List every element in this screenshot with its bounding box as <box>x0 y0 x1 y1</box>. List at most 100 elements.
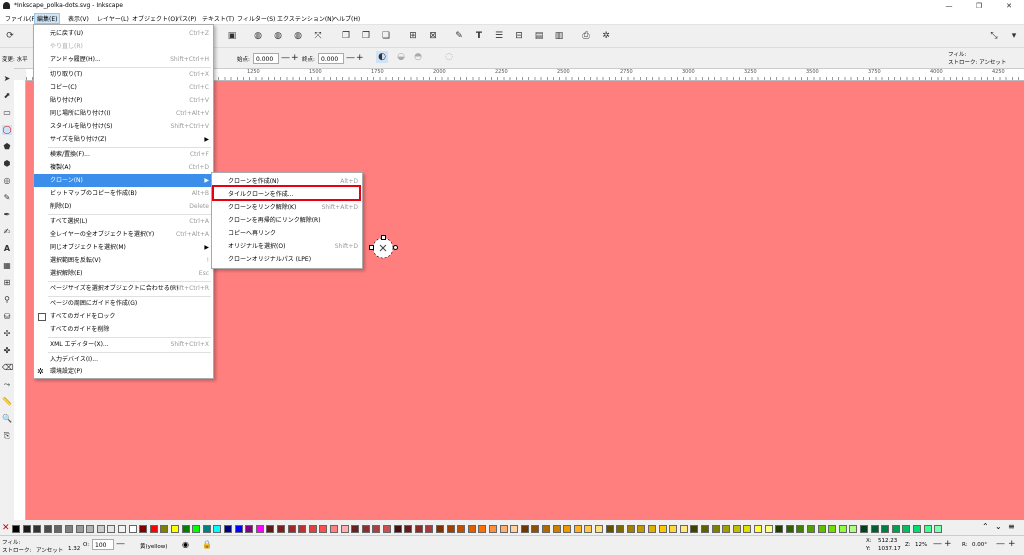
text-tool-icon[interactable]: A <box>2 244 12 254</box>
menu-item-relink-to-copied[interactable]: コピーへ再リンク <box>212 227 362 240</box>
3dbox-tool-icon[interactable]: ⬢ <box>2 159 12 169</box>
zoom-selection-icon[interactable]: ◍ <box>252 30 264 42</box>
palette-swatch[interactable] <box>626 525 635 533</box>
menu-path[interactable]: パス(P) <box>174 14 198 23</box>
calligraphy-tool-icon[interactable]: ✍ <box>2 227 12 237</box>
menu-item-clone[interactable]: クローン(N) ▶ <box>34 174 213 187</box>
connector-tool-icon[interactable]: ⤳ <box>2 380 12 390</box>
objects-icon[interactable]: ▤ <box>533 30 545 42</box>
palette-swatch[interactable] <box>128 525 137 533</box>
palette-swatch[interactable] <box>255 525 264 533</box>
palette-swatch[interactable] <box>149 525 158 533</box>
palette-swatch[interactable] <box>43 525 52 533</box>
palette-swatch[interactable] <box>287 525 296 533</box>
palette-swatch[interactable] <box>849 525 858 533</box>
menu-item-paste-size[interactable]: サイズを貼り付け(Z) ▶ <box>34 133 213 146</box>
palette-scroll-down-icon[interactable]: ⌄ <box>995 522 1002 531</box>
dropper-tool-icon[interactable]: ⚲ <box>2 295 12 305</box>
palette-swatch[interactable] <box>828 525 837 533</box>
no-paint-icon[interactable]: ✕ <box>2 523 10 533</box>
tweak-tool-icon[interactable]: ✣ <box>2 329 12 339</box>
rect-tool-icon[interactable]: ▭ <box>2 108 12 118</box>
layer-lock-icon[interactable]: 🔒 <box>202 540 212 549</box>
paint-bucket-tool-icon[interactable]: ⛁ <box>2 312 12 322</box>
palette-swatch[interactable] <box>213 525 222 533</box>
layers-icon[interactable]: ☰ <box>493 30 505 42</box>
palette-swatch[interactable] <box>785 525 794 533</box>
palette-swatch[interactable] <box>902 525 911 533</box>
star-tool-icon[interactable]: ⬟ <box>2 142 12 152</box>
menu-item-xml-editor[interactable]: XML エディター(X)... Shift+Ctrl+X <box>34 338 213 351</box>
fill-stroke-icon[interactable]: ✎ <box>453 30 465 42</box>
clipboard-icon[interactable]: ▣ <box>226 30 238 42</box>
menu-item-paste[interactable]: 貼り付け(P) Ctrl+V <box>34 94 213 107</box>
resize-handle-left[interactable] <box>369 245 374 250</box>
snap-toggle-icon[interactable]: ⤡ <box>988 30 1000 42</box>
menu-filters[interactable]: フィルター(S) <box>235 14 277 23</box>
menu-item-deselect[interactable]: 選択解除(E) Esc <box>34 267 213 280</box>
palette-swatch[interactable] <box>139 525 148 533</box>
menu-item-invert-selection[interactable]: 選択範囲を反転(V)! <box>34 254 213 267</box>
start-value-input[interactable]: 0.000 <box>253 53 279 64</box>
menu-object[interactable]: オブジェクト(O) <box>130 14 179 23</box>
align-icon[interactable]: ▥ <box>553 30 565 42</box>
palette-swatch[interactable] <box>499 525 508 533</box>
resize-handle-right[interactable] <box>393 245 398 250</box>
palette-swatch[interactable] <box>764 525 773 533</box>
zoom-page-icon[interactable]: ◍ <box>292 30 304 42</box>
palette-swatch[interactable] <box>96 525 105 533</box>
palette-swatch[interactable] <box>913 525 921 533</box>
palette-swatch[interactable] <box>234 525 243 533</box>
selector-tool-icon[interactable]: ➤ <box>2 74 12 84</box>
palette-swatch[interactable] <box>817 525 826 533</box>
opacity-input[interactable]: 100 <box>92 539 114 550</box>
minimize-button[interactable]: — <box>934 0 964 12</box>
palette-swatch[interactable] <box>563 525 572 533</box>
palette-swatch[interactable] <box>690 525 699 533</box>
palette-swatch[interactable] <box>605 525 614 533</box>
pen-tool-icon[interactable]: ✒ <box>2 210 12 220</box>
start-increment-button[interactable]: + <box>291 53 299 64</box>
zoom-drawing-icon[interactable]: ◍ <box>272 30 284 42</box>
start-decrement-button[interactable]: — <box>281 53 290 64</box>
text-font-icon[interactable]: T <box>473 30 485 42</box>
palette-swatch[interactable] <box>923 525 932 533</box>
menu-item-select-same[interactable]: 同じオブジェクトを選択(M) ▶ <box>34 241 213 254</box>
zoom-out-button[interactable]: — <box>933 539 942 550</box>
end-increment-button[interactable]: + <box>356 53 364 64</box>
measure-tool-icon[interactable]: 📏 <box>2 397 12 407</box>
palette-swatch[interactable] <box>277 525 285 533</box>
palette-swatch[interactable] <box>881 525 890 533</box>
palette-swatch[interactable] <box>404 525 413 533</box>
menu-item-find-replace[interactable]: 検索/置換(F)... Ctrl+F <box>34 148 213 161</box>
checkbox-icon[interactable] <box>38 313 46 321</box>
menu-item-resize-page[interactable]: ページサイズを選択オブジェクトに合わせる(R) Shift+Ctrl+R <box>34 282 213 295</box>
gradient-tool-icon[interactable]: ▦ <box>2 261 12 271</box>
palette-swatch[interactable] <box>425 525 434 533</box>
palette-swatch[interactable] <box>743 525 752 533</box>
palette-swatch[interactable] <box>107 525 116 533</box>
stroke-width-value[interactable]: 1.32 <box>68 546 80 552</box>
palette-swatch[interactable] <box>436 525 444 533</box>
palette-swatch[interactable] <box>245 525 254 533</box>
menu-extensions[interactable]: エクステンション(N) <box>275 14 336 23</box>
rotation-value[interactable]: 0.00° <box>972 542 987 548</box>
menu-item-redo[interactable]: やり直し(R) <box>34 40 213 53</box>
palette-swatch[interactable] <box>351 525 360 533</box>
page-tool-icon[interactable]: ⎘ <box>2 431 12 441</box>
palette-swatch[interactable] <box>22 525 31 533</box>
menu-item-cut[interactable]: 切り取り(T) Ctrl+X <box>34 68 213 81</box>
palette-swatch[interactable] <box>679 525 688 533</box>
restore-button[interactable]: ❐ <box>964 0 994 12</box>
palette-swatch[interactable] <box>393 525 402 533</box>
mode-icon[interactable]: ◐ <box>376 51 388 63</box>
palette-swatch[interactable] <box>414 525 423 533</box>
snap-options-icon[interactable]: ▾ <box>1008 30 1020 42</box>
palette-swatch[interactable] <box>118 525 126 533</box>
palette-swatch[interactable] <box>383 525 391 533</box>
menu-edit[interactable]: 編集(E) <box>34 13 61 24</box>
mode2-icon[interactable]: ◒ <box>395 51 407 63</box>
palette-swatch[interactable] <box>457 525 466 533</box>
rotation-increment-button[interactable]: + <box>1008 539 1016 550</box>
palette-swatch[interactable] <box>838 525 847 533</box>
